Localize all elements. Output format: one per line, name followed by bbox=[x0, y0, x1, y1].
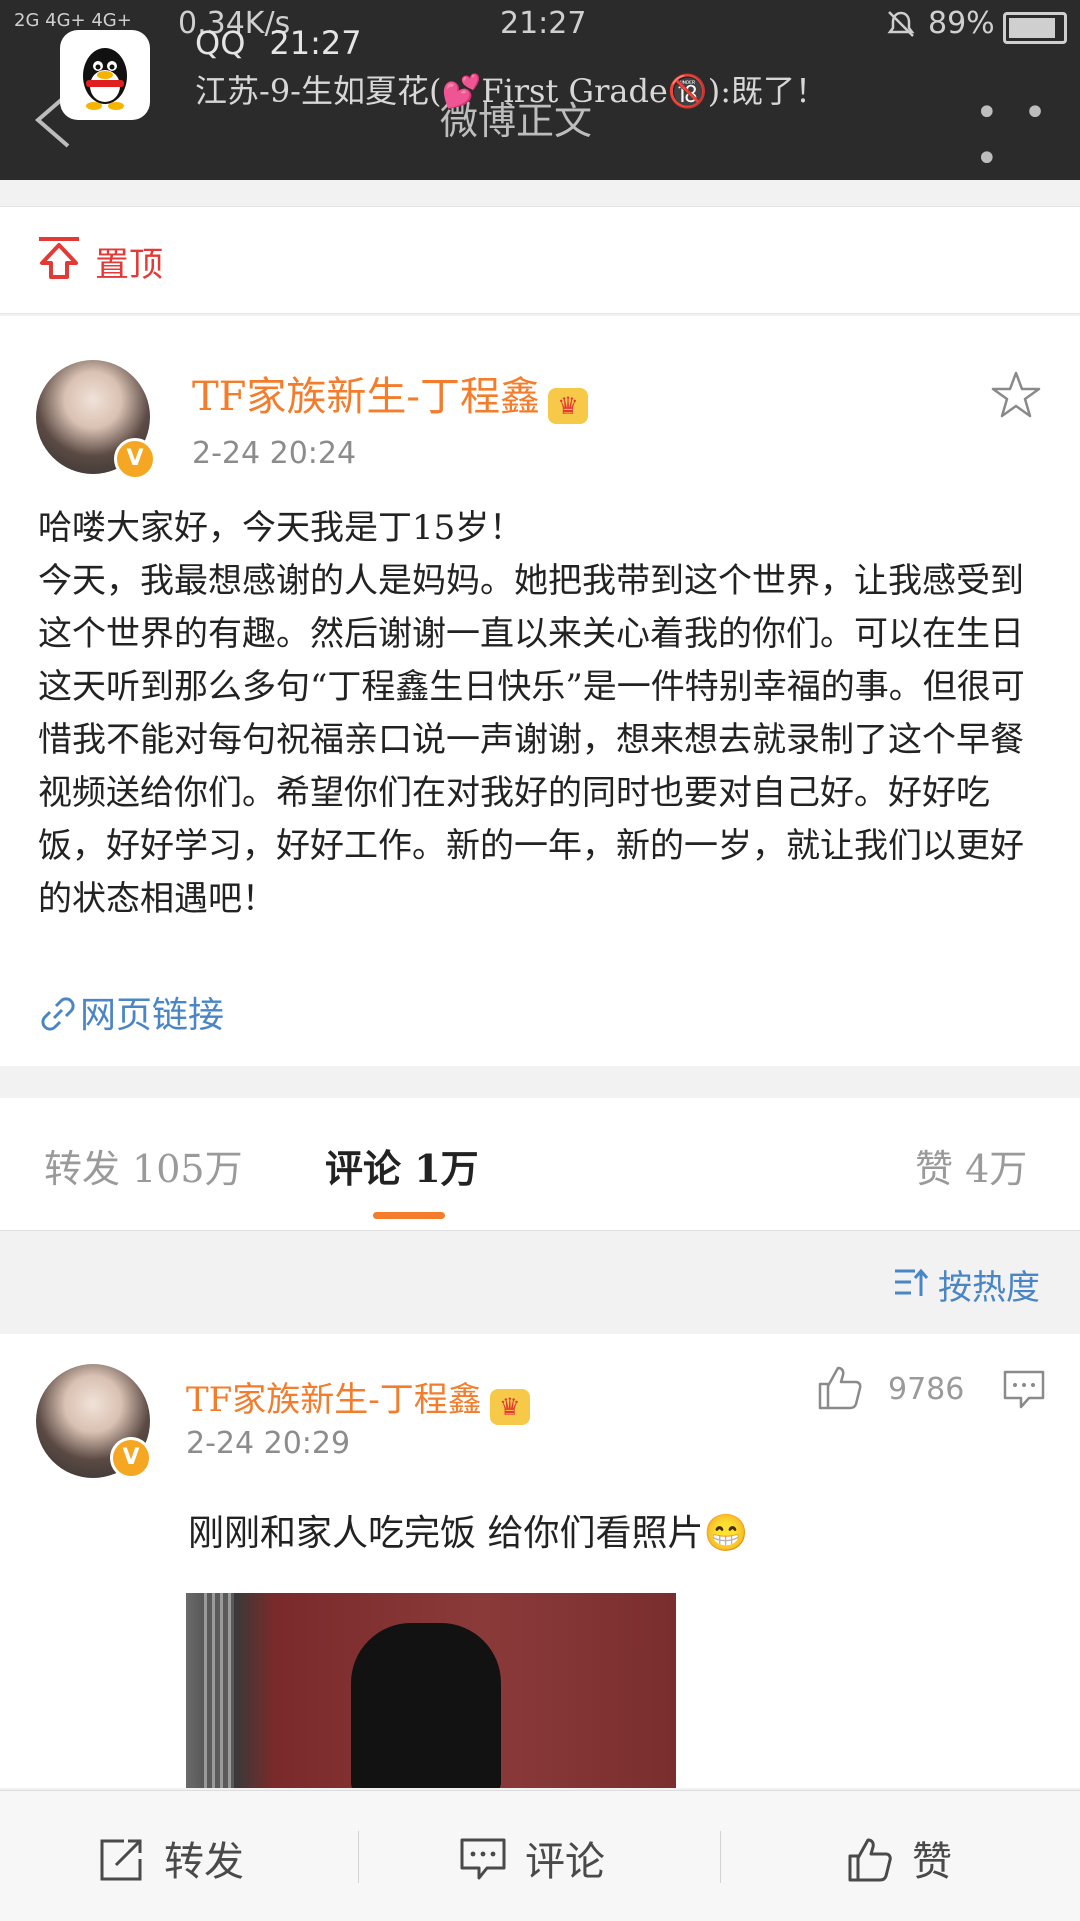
post-author-row[interactable]: TF家族新生-丁程鑫 ♛ bbox=[192, 364, 588, 424]
sort-bar: 按热度 bbox=[0, 1232, 1080, 1332]
web-link[interactable]: 网页链接 bbox=[40, 986, 224, 1041]
weibo-post: V TF家族新生-丁程鑫 ♛ 2-24 20:24 哈喽大家好，今天我是丁15岁！… bbox=[0, 316, 1080, 1066]
comment-icon bbox=[459, 1837, 507, 1893]
repost-label: 转发 bbox=[164, 1839, 244, 1885]
comment-label: 评论 bbox=[525, 1839, 605, 1885]
battery-percent: 89% bbox=[928, 6, 995, 41]
tab-like[interactable]: 赞 4万 bbox=[915, 1138, 1027, 1193]
favorite-star-icon[interactable] bbox=[990, 370, 1042, 424]
divider bbox=[720, 1831, 721, 1883]
qq-app-icon[interactable] bbox=[60, 30, 150, 120]
comment-photo[interactable] bbox=[186, 1593, 676, 1788]
post-author[interactable]: TF家族新生-丁程鑫 bbox=[192, 374, 540, 420]
post-time: 2-24 20:24 bbox=[192, 436, 357, 471]
comment-time: 2-24 20:29 bbox=[186, 1426, 351, 1461]
repost-icon bbox=[98, 1837, 146, 1893]
comment-like-count: 9786 bbox=[888, 1372, 965, 1407]
comment-author[interactable]: TF家族新生-丁程鑫 bbox=[186, 1380, 482, 1420]
pinned-bar: 置顶 bbox=[0, 206, 1080, 314]
interaction-tabs: 转发 105万 评论 1万 赞 4万 bbox=[0, 1098, 1080, 1231]
link-icon bbox=[40, 996, 76, 1041]
battery-icon bbox=[1003, 12, 1067, 44]
comment-item: V TF家族新生-丁程鑫 ♛ 2-24 20:29 9786 刚刚和家人吃完饭 给… bbox=[0, 1334, 1080, 1788]
web-link-label[interactable]: 网页链接 bbox=[80, 995, 224, 1036]
reply-icon[interactable] bbox=[1003, 1370, 1045, 1414]
top-overlay: 2G 4G+ 4G+ 0.34K/s 21:27 89% 微博正文 • • • … bbox=[0, 0, 1080, 182]
repost-button[interactable]: 转发 bbox=[98, 1829, 244, 1893]
crown-badge-icon: ♛ bbox=[489, 1388, 530, 1425]
more-options-icon[interactable]: • • • bbox=[975, 90, 1080, 182]
comment-text: 刚刚和家人吃完饭 给你们看照片😁 bbox=[188, 1513, 749, 1554]
notification-app: QQ 21:27 bbox=[195, 24, 362, 62]
post-body-text: 哈喽大家好，今天我是丁15岁！ 今天，我最想感谢的人是妈妈。她把我带到这个世界，… bbox=[38, 508, 1025, 919]
bottom-action-bar: 转发 评论 赞 bbox=[0, 1790, 1080, 1921]
photo-person bbox=[351, 1623, 501, 1788]
sort-by-hot[interactable]: 按热度 bbox=[938, 1260, 1040, 1309]
comment-author-row[interactable]: TF家族新生-丁程鑫 ♛ bbox=[186, 1372, 530, 1425]
verified-badge-icon: V bbox=[114, 438, 156, 480]
like-button[interactable]: 赞 bbox=[846, 1829, 952, 1894]
active-tab-indicator bbox=[373, 1212, 445, 1219]
comment-button[interactable]: 评论 bbox=[459, 1829, 605, 1893]
sort-icon[interactable] bbox=[893, 1266, 929, 1302]
like-icon bbox=[846, 1836, 894, 1894]
like-label: 赞 bbox=[912, 1839, 952, 1885]
divider bbox=[358, 1831, 359, 1883]
tab-comment[interactable]: 评论 1万 bbox=[325, 1138, 479, 1193]
tab-repost[interactable]: 转发 105万 bbox=[44, 1138, 243, 1193]
alarm-icon bbox=[885, 8, 917, 44]
photo-bars bbox=[204, 1593, 234, 1788]
notification-message[interactable]: 江苏-9-生如夏花(💕First Grade🔞):既了！ bbox=[195, 66, 827, 112]
verified-badge-icon: V bbox=[110, 1437, 152, 1479]
network-indicator: 2G 4G+ 4G+ bbox=[14, 10, 132, 31]
pinned-label: 置顶 bbox=[95, 245, 163, 285]
pin-top-icon bbox=[36, 235, 82, 281]
like-thumb-icon[interactable] bbox=[816, 1364, 864, 1416]
status-time: 21:27 bbox=[500, 6, 587, 41]
notification-time: 21:27 bbox=[269, 24, 362, 62]
crown-badge-icon: ♛ bbox=[547, 387, 588, 424]
